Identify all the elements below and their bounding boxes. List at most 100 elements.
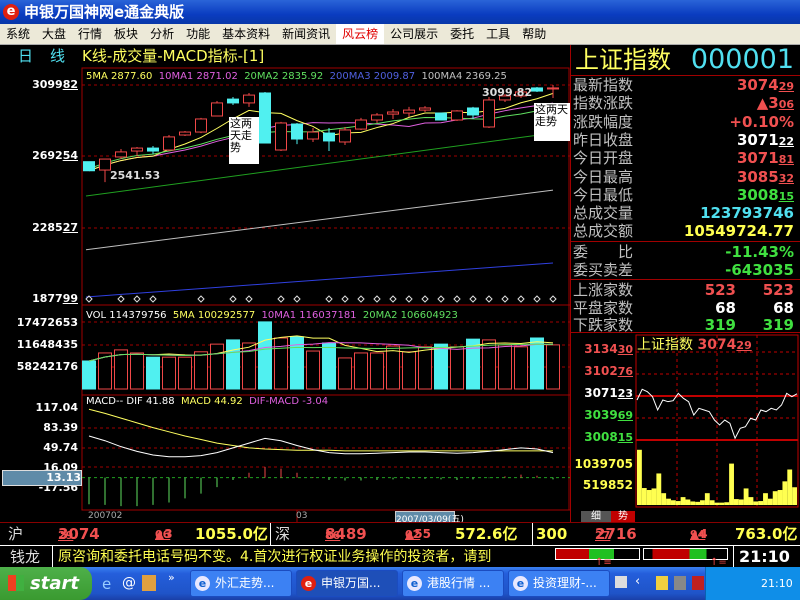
volume-bar bbox=[322, 342, 336, 390]
menu-item[interactable]: 板块 bbox=[108, 24, 144, 44]
email-icon[interactable]: @ bbox=[122, 575, 136, 591]
intraday-volume-bar bbox=[738, 499, 744, 505]
ie-icon: e bbox=[407, 576, 422, 591]
quote-row: 委买卖差 -643035 bbox=[573, 261, 798, 279]
period-label[interactable]: 日 bbox=[18, 45, 33, 67]
quote-value: -643035 bbox=[725, 261, 794, 279]
intraday-volume-bar bbox=[792, 487, 797, 505]
quote-label: 今日开盘 bbox=[573, 149, 634, 168]
intraday-volume-bar bbox=[748, 497, 754, 505]
signal-marker bbox=[437, 295, 445, 303]
quote-label: 委买卖差 bbox=[573, 261, 634, 279]
signal-marker bbox=[501, 295, 509, 303]
quote-label: 指数涨跌 bbox=[573, 94, 634, 113]
intraday-volume-bar bbox=[670, 500, 676, 505]
signal-marker bbox=[453, 295, 461, 303]
signal-marker bbox=[389, 295, 397, 303]
start-button[interactable]: start bbox=[0, 567, 92, 600]
quote-value: 123793746 bbox=[700, 204, 794, 223]
volume-bar bbox=[402, 351, 416, 390]
hs300-amount: 763.0亿 bbox=[735, 525, 798, 543]
volume-bar bbox=[514, 346, 528, 390]
signal-marker bbox=[549, 295, 557, 303]
signal-marker bbox=[357, 295, 365, 303]
menu-item[interactable]: 大盘 bbox=[36, 24, 72, 44]
volume-bar bbox=[354, 352, 368, 390]
chart-header: 日 线 K线-成交量-MACD指标-[1] bbox=[0, 45, 570, 67]
menu-item[interactable]: 新闻资讯 bbox=[276, 24, 336, 44]
signal-marker bbox=[405, 295, 413, 303]
menu-item[interactable]: 系统 bbox=[0, 24, 36, 44]
signal-marker bbox=[421, 295, 429, 303]
quote-label: 昨日收盘 bbox=[573, 130, 634, 149]
kline-chart[interactable] bbox=[0, 66, 570, 522]
ticker-text[interactable]: 原咨询和委托电话号码不变。4.首次进行权证业务操作的投资者，请到 bbox=[52, 546, 550, 568]
tab-trend[interactable]: 势 bbox=[611, 511, 635, 522]
volume-bar bbox=[370, 352, 384, 390]
menu-item[interactable]: 功能 bbox=[180, 24, 216, 44]
task-shenyin[interactable]: e 申银万国... bbox=[296, 570, 398, 597]
keyboard-icon[interactable] bbox=[615, 576, 627, 588]
candle-up bbox=[115, 151, 127, 158]
quote-row: 最新指数 307429 bbox=[573, 76, 798, 94]
security-shield-icon[interactable] bbox=[656, 576, 668, 590]
tray-clock: 21:10 bbox=[761, 577, 793, 590]
intraday-volume-bar bbox=[753, 501, 759, 505]
signal-marker bbox=[133, 295, 141, 303]
intraday-volume-bar bbox=[695, 501, 701, 505]
quote-value: -11.43% bbox=[725, 243, 794, 261]
ie-icon[interactable]: e bbox=[102, 575, 111, 593]
intraday-volume-bar bbox=[680, 497, 686, 505]
signal-marker bbox=[533, 295, 541, 303]
candle-up bbox=[515, 91, 527, 97]
menu-item[interactable]: 风云榜 bbox=[336, 24, 385, 44]
sz-index: 8489 86 bbox=[325, 525, 367, 543]
intraday-volume-label: 519852 bbox=[582, 478, 633, 492]
media-icon[interactable] bbox=[142, 575, 156, 591]
ticker-label: 钱龙 bbox=[10, 548, 41, 566]
menu-item[interactable]: 工具 bbox=[480, 24, 516, 44]
candle-down bbox=[291, 123, 303, 140]
windows-logo-icon bbox=[8, 575, 24, 591]
quote-value: 307181 bbox=[736, 149, 794, 168]
quote-label: 总成交额 bbox=[573, 222, 634, 241]
menu-item[interactable]: 公司展示 bbox=[384, 24, 444, 44]
menu-item[interactable]: 帮助 bbox=[516, 24, 552, 44]
tray-expand-icon[interactable]: ‹ bbox=[635, 574, 640, 589]
candle-up bbox=[403, 109, 415, 114]
menu-item[interactable]: 委托 bbox=[444, 24, 480, 44]
intraday-volume-bar bbox=[729, 463, 734, 505]
volume-bar bbox=[146, 356, 160, 390]
hs300-change: ▲4 94 bbox=[690, 527, 708, 541]
intraday-volume-bar bbox=[666, 498, 671, 505]
signal-marker bbox=[229, 295, 237, 303]
quote-value: ▲306 bbox=[756, 94, 794, 113]
quote-label: 总成交量 bbox=[573, 204, 634, 223]
index-code: 000001 bbox=[690, 44, 794, 75]
chevron-icon[interactable]: » bbox=[168, 571, 175, 584]
candle-up bbox=[163, 136, 175, 151]
quote-label: 平盘家数 bbox=[573, 298, 634, 317]
candle-up bbox=[387, 111, 399, 115]
period-label-2[interactable]: 线 bbox=[50, 45, 65, 67]
quote-value: 523 bbox=[704, 281, 736, 299]
quote-value: +0.10% bbox=[729, 112, 794, 131]
task-hk-stocks[interactable]: e 港股行情 ... bbox=[402, 570, 504, 597]
menu-item[interactable]: 行情 bbox=[72, 24, 108, 44]
antivirus-icon[interactable] bbox=[692, 576, 704, 590]
network-warning-icon[interactable] bbox=[674, 576, 686, 590]
task-finance[interactable]: e 投资理财-... bbox=[508, 570, 610, 597]
signal-marker bbox=[293, 295, 301, 303]
task-forex[interactable]: e 外汇走势... bbox=[190, 570, 292, 597]
menu-item[interactable]: 分析 bbox=[144, 24, 180, 44]
candle-up bbox=[371, 114, 383, 121]
intraday-volume-bar bbox=[709, 500, 715, 505]
candle-down bbox=[259, 92, 271, 144]
dea-line bbox=[88, 408, 554, 452]
tab-detail[interactable]: 细 bbox=[581, 511, 611, 522]
signal-marker bbox=[485, 295, 493, 303]
intraday-volume-bar bbox=[646, 490, 652, 505]
menu-item[interactable]: 基本资料 bbox=[216, 24, 276, 44]
intraday-volume-bar bbox=[637, 449, 642, 505]
volume-bar bbox=[338, 357, 352, 390]
